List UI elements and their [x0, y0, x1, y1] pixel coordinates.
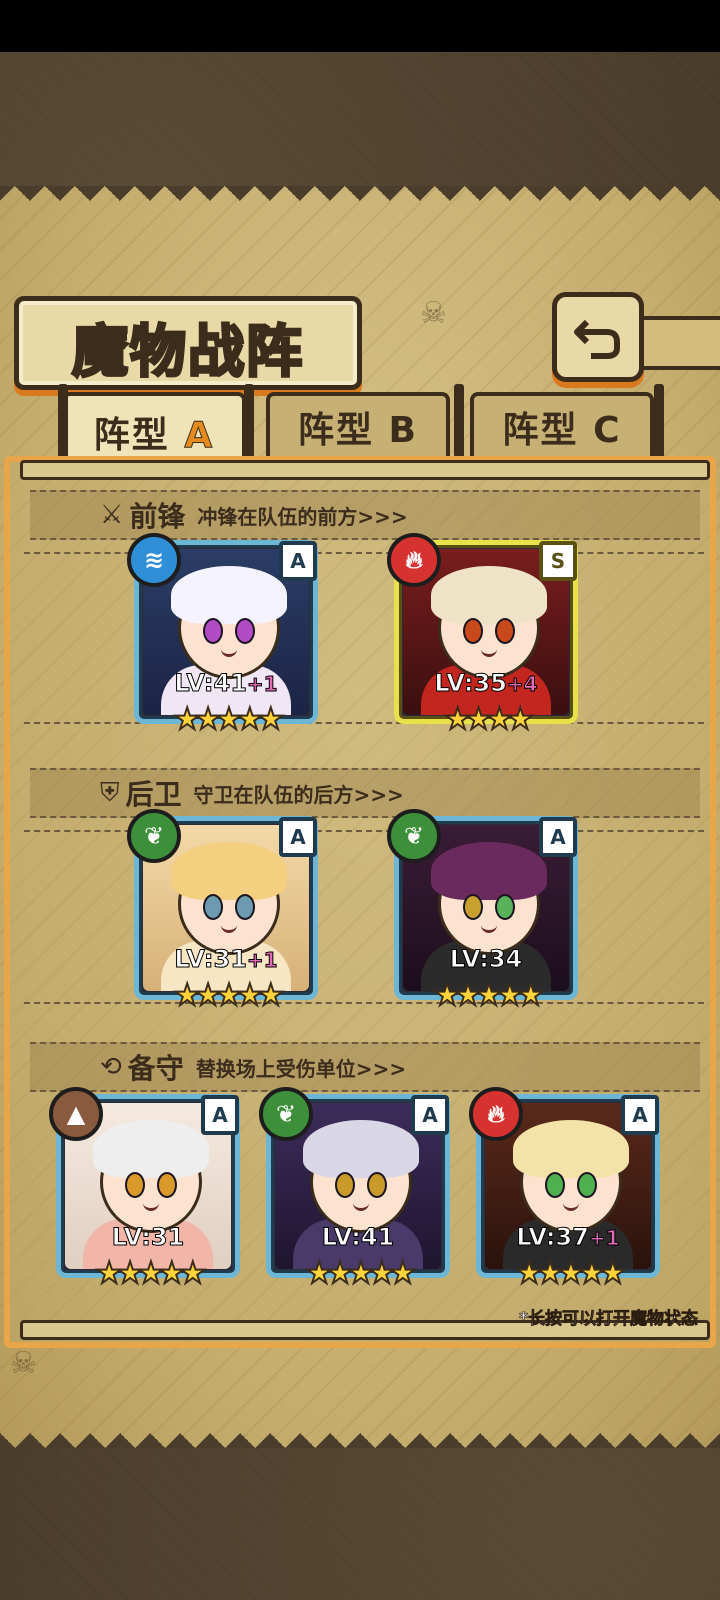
long-press-hint: *长按可以打开魔物状态 — [519, 1309, 698, 1330]
monster-card-vanguard-1[interactable]: ≋ A LV:41+1 ★★★★★ — [127, 533, 318, 738]
level-label: LV:31 — [111, 1223, 185, 1252]
swap-icon: ⟲ — [100, 1052, 122, 1082]
tab-divider — [654, 384, 664, 458]
section-rear-header: ⛨ 后卫 守卫在队伍的后方>>> — [30, 768, 700, 818]
leaf-element-icon: ❦ — [387, 809, 441, 863]
star-rating: ★★★★ — [443, 701, 535, 738]
title-plate: 魔物战阵 — [14, 296, 362, 390]
tab-formation-b[interactable]: 阵型 B — [266, 392, 450, 458]
status-bar — [0, 0, 720, 52]
section-reserve-header: ⟲ 备守 替换场上受伤单位>>> — [30, 1042, 700, 1092]
tab-divider — [58, 384, 68, 458]
shield-icon: ⛨ — [100, 777, 120, 808]
star-rating: ★★★★★ — [173, 977, 285, 1014]
formation-tabs: 阵型 A 阵型 B 阵型 C — [14, 384, 704, 468]
rank-badge: A — [539, 817, 577, 857]
water-element-icon: ≋ — [127, 533, 181, 587]
rank-badge: A — [411, 1095, 449, 1135]
star-rating: ★★★★★ — [515, 1255, 627, 1292]
mountain-element-icon: ▲ — [49, 1087, 103, 1141]
section-title: 备守 — [127, 1052, 184, 1085]
tab-label: 阵型 C — [502, 410, 622, 451]
star-rating: ★★★★★ — [173, 701, 285, 738]
tab-divider — [244, 384, 254, 458]
section-title: 后卫 — [125, 778, 182, 811]
row-divider — [24, 552, 704, 554]
level-label: LV:34 — [449, 945, 523, 974]
panel-rail-top — [20, 460, 710, 480]
leaf-element-icon: ❦ — [259, 1087, 313, 1141]
monster-card-vanguard-2[interactable]: 🔥︎ S LV:35+4 ★★★★ — [387, 533, 578, 738]
level-label: LV:31+1 — [174, 945, 278, 974]
star-rating: ★★★★★ — [95, 1255, 207, 1292]
sword-icon: ⚔ — [100, 500, 124, 530]
back-arrow-icon — [574, 319, 620, 359]
rank-badge: A — [621, 1095, 659, 1135]
skull-map-icon: ☠ — [420, 296, 447, 331]
section-desc: 替换场上受伤单位>>> — [195, 1056, 407, 1081]
monster-card-reserve-3[interactable]: 🔥︎ A LV:37+1 ★★★★★ — [469, 1087, 660, 1292]
fire-element-icon: 🔥︎ — [469, 1087, 523, 1141]
leaf-element-icon: ❦ — [127, 809, 181, 863]
tab-formation-c[interactable]: 阵型 C — [470, 392, 654, 458]
row-divider — [24, 1002, 704, 1004]
section-title: 前锋 — [129, 500, 186, 533]
tab-label: 阵型 A — [93, 415, 215, 457]
rank-badge: A — [201, 1095, 239, 1135]
tab-divider — [454, 384, 464, 458]
parchment-torn-edge-bottom — [0, 1418, 720, 1448]
rank-badge: A — [279, 541, 317, 581]
section-vanguard-header: ⚔ 前锋 冲锋在队伍的前方>>> — [30, 490, 700, 540]
monster-card-reserve-1[interactable]: ▲ A LV:31 ★★★★★ — [49, 1087, 240, 1292]
back-button[interactable] — [552, 292, 644, 382]
star-rating: ★★★★★ — [433, 977, 545, 1014]
star-rating: ★★★★★ — [305, 1255, 417, 1292]
rank-badge: A — [279, 817, 317, 857]
tab-label: 阵型 B — [297, 410, 418, 451]
level-label: LV:37+1 — [516, 1223, 620, 1252]
monster-card-reserve-2[interactable]: ❦ A LV:41 ★★★★★ — [259, 1087, 450, 1292]
page-title: 魔物战阵 — [71, 319, 304, 387]
fire-element-icon: 🔥︎ — [387, 533, 441, 587]
skull-map-icon: ☠ — [10, 1346, 37, 1381]
section-desc: 守卫在队伍的后方>>> — [193, 782, 404, 807]
monster-card-rear-2[interactable]: ❦ A LV:34 ★★★★★ — [387, 809, 578, 1014]
monster-card-rear-1[interactable]: ❦ A LV:31+1 ★★★★★ — [127, 809, 318, 1014]
level-label: LV:41 — [321, 1223, 395, 1252]
row-divider — [24, 830, 704, 832]
rank-badge: S — [539, 541, 577, 581]
parchment-torn-edge-top — [0, 186, 720, 216]
row-divider — [24, 722, 704, 724]
level-label: LV:35+4 — [434, 669, 538, 698]
section-desc: 冲锋在队伍的前方>>> — [197, 504, 408, 529]
level-label: LV:41+1 — [174, 669, 278, 698]
